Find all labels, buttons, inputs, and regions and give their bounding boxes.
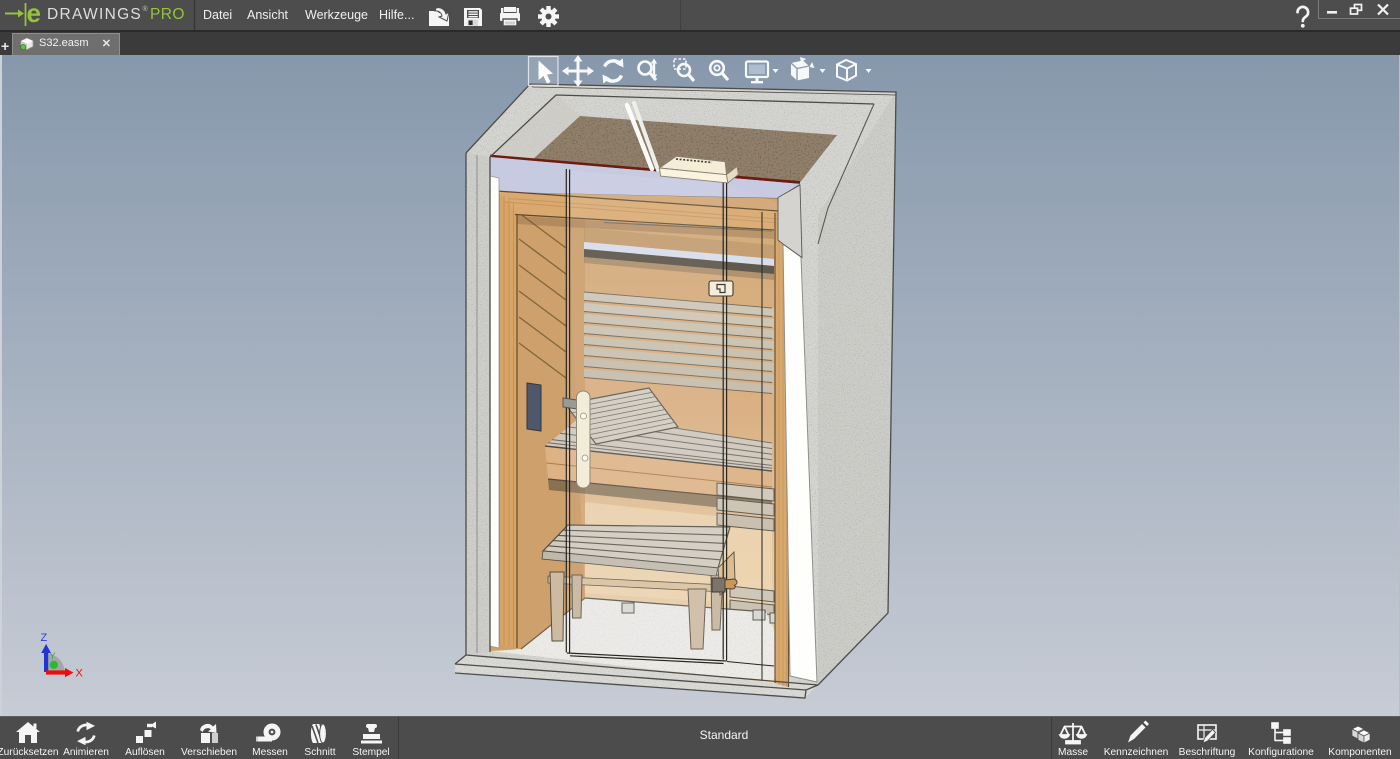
- svg-text:e: e: [27, 0, 41, 28]
- svg-text:X: X: [76, 668, 84, 680]
- svg-text:DRAWINGS: DRAWINGS: [47, 6, 142, 23]
- svg-text:Z: Z: [41, 632, 48, 644]
- svg-text:PRO: PRO: [150, 6, 185, 23]
- svg-text:®: ®: [143, 5, 149, 13]
